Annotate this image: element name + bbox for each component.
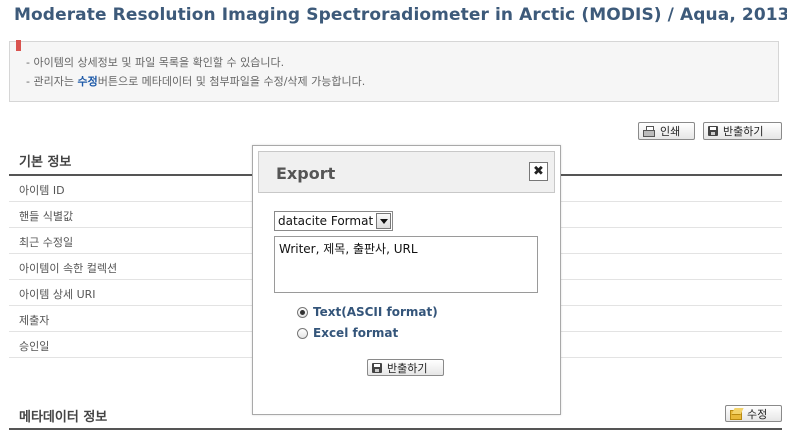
format-select-value: datacite Format <box>278 214 374 228</box>
disk-icon <box>372 362 382 373</box>
page-title: Moderate Resolution Imaging Spectroradio… <box>14 5 787 25</box>
modal-export-button[interactable]: 반출하기 <box>367 359 444 376</box>
disk-icon <box>708 126 718 136</box>
info-box: - 아이템의 상세정보 및 파일 목록을 확인할 수 있습니다. - 관리자는 … <box>9 40 779 102</box>
field-label: 아이템 ID <box>19 184 65 197</box>
text-format-radio[interactable] <box>297 306 308 318</box>
section-divider <box>9 428 782 430</box>
export-button[interactable]: 반출하기 <box>703 122 782 140</box>
basic-info-title: 기본 정보 <box>19 155 72 170</box>
excel-format-label: Excel format <box>313 326 399 340</box>
chevron-down-icon[interactable] <box>376 213 391 229</box>
field-label: 핸들 식별값 <box>19 210 74 223</box>
field-label: 제출자 <box>19 314 50 327</box>
excel-format-radio[interactable] <box>297 327 308 339</box>
bookmark-icon <box>16 40 21 54</box>
metadata-info-title: 메타데이터 정보 <box>19 410 108 425</box>
text-format-option[interactable]: Text(ASCII format) <box>297 305 438 319</box>
print-button-label: 인쇄 <box>660 125 681 138</box>
format-select[interactable]: datacite Format <box>274 211 393 231</box>
edit-button[interactable]: 수정 <box>725 405 782 422</box>
print-button[interactable]: 인쇄 <box>638 122 695 140</box>
export-fields-textarea[interactable]: Writer, 제목, 출판사, URL <box>274 236 538 293</box>
export-dialog-header: Export <box>258 151 555 193</box>
info-line-1: - 아이템의 상세정보 및 파일 목록을 확인할 수 있습니다. <box>26 56 285 69</box>
field-label: 최근 수정일 <box>19 236 74 249</box>
field-label: 아이템이 속한 컬렉션 <box>19 262 118 275</box>
info-line-2: - 관리자는 수정버튼으로 메타데이터 및 첨부파일을 수정/삭제 가능합니다. <box>26 73 365 89</box>
export-dialog: Export ✖ datacite Format Writer, 제목, 출판사… <box>252 145 561 415</box>
folder-icon <box>730 409 742 420</box>
printer-icon <box>643 126 655 137</box>
export-button-label: 반출하기 <box>723 125 764 138</box>
excel-format-option[interactable]: Excel format <box>297 326 398 340</box>
info-line-2-suffix: 버튼으로 메타데이터 및 첨부파일을 수정/삭제 가능합니다. <box>97 75 366 88</box>
modal-export-button-label: 반출하기 <box>387 361 428 375</box>
export-dialog-title: Export <box>276 164 336 183</box>
info-line-2-prefix: - 관리자는 <box>26 75 78 88</box>
info-edit-highlight: 수정 <box>77 75 98 88</box>
text-format-label: Text(ASCII format) <box>313 305 438 319</box>
field-label: 아이템 상세 URI <box>19 288 96 301</box>
close-icon[interactable]: ✖ <box>529 162 548 181</box>
field-label: 승인일 <box>19 340 50 353</box>
edit-button-label: 수정 <box>747 407 768 421</box>
